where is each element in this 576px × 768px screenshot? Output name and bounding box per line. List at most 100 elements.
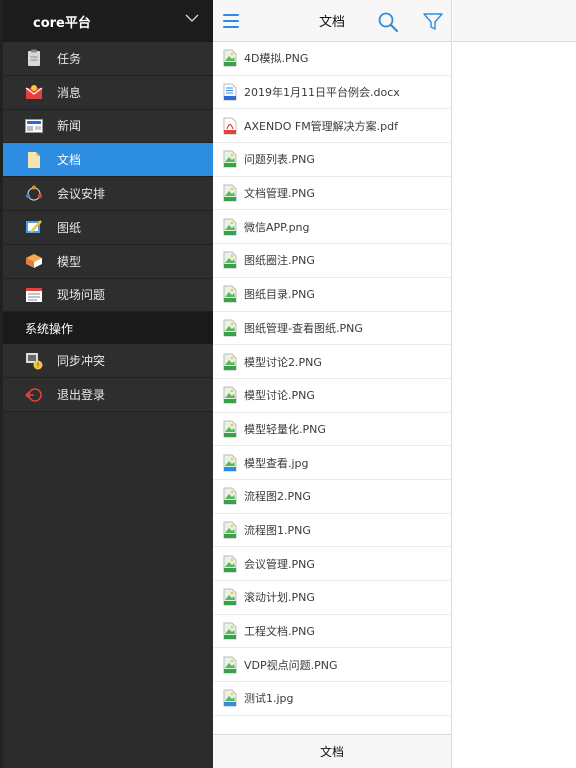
image-file-icon bbox=[223, 555, 237, 573]
file-name: 4D模拟.PNG bbox=[244, 52, 309, 66]
sync-conflict-icon: ! bbox=[25, 352, 43, 370]
image-file-icon bbox=[223, 386, 237, 404]
sidebar-item[interactable]: 任务 bbox=[3, 42, 213, 76]
file-row[interactable]: 图纸目录.PNG bbox=[213, 278, 451, 312]
image-file-icon bbox=[223, 184, 237, 202]
file-name: 会议管理.PNG bbox=[244, 557, 315, 571]
news-icon bbox=[25, 117, 43, 135]
file-row[interactable]: 模型轻量化.PNG bbox=[213, 413, 451, 447]
sidebar-item[interactable]: 文档 bbox=[3, 143, 213, 178]
image-file-icon bbox=[223, 454, 237, 472]
sidebar-item-label: 新闻 bbox=[57, 119, 82, 134]
sidebar-item-label: 文档 bbox=[57, 153, 82, 168]
file-name: 问题列表.PNG bbox=[244, 153, 315, 167]
sidebar-item[interactable]: ! 同步冲突 bbox=[3, 344, 213, 379]
model-icon bbox=[25, 252, 43, 270]
image-file-icon bbox=[223, 487, 237, 505]
sidebar-item[interactable]: 现场问题 bbox=[3, 278, 213, 313]
detail-header bbox=[453, 0, 576, 42]
file-name: 流程图2.PNG bbox=[244, 490, 311, 504]
file-name: 图纸圈注.PNG bbox=[244, 254, 315, 268]
doc-file-icon bbox=[223, 83, 237, 101]
sidebar-item[interactable]: 新闻 bbox=[3, 109, 213, 144]
sidebar-item-label: 消息 bbox=[57, 85, 82, 100]
image-file-icon bbox=[223, 622, 237, 640]
drawing-icon bbox=[25, 218, 43, 236]
svg-text:!: ! bbox=[37, 361, 40, 369]
image-file-icon bbox=[223, 251, 237, 269]
file-name: VDP视点问题.PNG bbox=[244, 658, 338, 672]
bottom-bar-label: 文档 bbox=[319, 745, 344, 759]
file-name: 图纸目录.PNG bbox=[244, 288, 315, 302]
sidebar-item[interactable]: 图纸 bbox=[3, 210, 213, 245]
file-row[interactable]: 图纸管理-查看图纸.PNG bbox=[213, 312, 451, 346]
sidebar-item-label: 同步冲突 bbox=[57, 354, 106, 369]
image-file-icon bbox=[223, 150, 237, 168]
file-row[interactable]: 模型讨论.PNG bbox=[213, 379, 451, 413]
sidebar-item-label: 会议安排 bbox=[57, 187, 106, 202]
sidebar-item[interactable]: 模型 bbox=[3, 244, 213, 279]
file-row[interactable]: AXENDO FM管理解决方案.pdf bbox=[213, 109, 451, 144]
file-row[interactable]: 会议管理.PNG bbox=[213, 547, 451, 581]
menu-icon[interactable] bbox=[223, 14, 239, 28]
file-name: 文档管理.PNG bbox=[244, 187, 315, 201]
file-row[interactable]: 滚动计划.PNG bbox=[213, 581, 451, 615]
sidebar-item-label: 模型 bbox=[57, 254, 82, 269]
mail-icon bbox=[25, 83, 43, 101]
file-name: 滚动计划.PNG bbox=[244, 591, 315, 605]
file-name: 模型轻量化.PNG bbox=[244, 422, 326, 436]
filter-icon[interactable] bbox=[423, 13, 443, 31]
file-row[interactable]: 2019年1月11日平台例会.docx bbox=[213, 76, 451, 110]
file-name: 模型查看.jpg bbox=[244, 456, 309, 470]
bottom-bar: 文档 bbox=[213, 734, 451, 768]
file-name: 测试1.jpg bbox=[244, 692, 294, 706]
image-file-icon bbox=[223, 588, 237, 606]
chevron-down-icon bbox=[185, 14, 199, 22]
file-row[interactable]: 微信APP.png bbox=[213, 210, 451, 245]
file-row[interactable]: 工程文档.PNG bbox=[213, 615, 451, 649]
document-icon bbox=[25, 151, 43, 169]
file-row[interactable]: 流程图2.PNG bbox=[213, 480, 451, 514]
image-file-icon bbox=[223, 689, 237, 707]
search-icon[interactable] bbox=[378, 12, 398, 32]
file-row[interactable]: 图纸圈注.PNG bbox=[213, 244, 451, 278]
sidebar-item[interactable]: 会议安排 bbox=[3, 177, 213, 211]
file-name: 图纸管理-查看图纸.PNG bbox=[244, 321, 363, 335]
issue-icon bbox=[25, 286, 43, 304]
file-row[interactable]: 4D模拟.PNG bbox=[213, 42, 451, 76]
detail-pane bbox=[453, 0, 576, 768]
file-list: 4D模拟.PNG 2019年1月11日平台例会.docx AXENDO FM管理解决… bbox=[213, 42, 451, 716]
file-name: 2019年1月11日平台例会.docx bbox=[244, 86, 400, 100]
list-title: 文档 bbox=[318, 15, 345, 30]
document-list-panel: 文档 4D模拟.PNG 2019年1月11日平台例会.docx AXENDO FM管… bbox=[213, 0, 452, 768]
file-row[interactable]: 文档管理.PNG bbox=[213, 177, 451, 211]
platform-title: core平台 bbox=[33, 15, 91, 31]
file-name: AXENDO FM管理解决方案.pdf bbox=[244, 119, 399, 133]
image-file-icon bbox=[223, 49, 237, 67]
sidebar-item[interactable]: 退出登录 bbox=[3, 378, 213, 412]
image-file-icon bbox=[223, 656, 237, 674]
sidebar-item-label: 任务 bbox=[57, 51, 82, 66]
file-row[interactable]: 流程图1.PNG bbox=[213, 514, 451, 548]
meeting-icon bbox=[25, 185, 43, 203]
image-file-icon bbox=[223, 420, 237, 438]
sidebar-item-label: 现场问题 bbox=[57, 288, 106, 303]
file-row[interactable]: 问题列表.PNG bbox=[213, 143, 451, 177]
image-file-icon bbox=[223, 319, 237, 337]
logout-icon bbox=[25, 386, 43, 404]
sidebar: core平台 任务 消息 新闻 文档 会议安排 图纸 模型 现场问题 系统操作 ! 同步冲突 退出… bbox=[0, 0, 213, 768]
file-name: 模型讨论2.PNG bbox=[244, 355, 322, 369]
pdf-file-icon bbox=[223, 117, 237, 135]
file-row[interactable]: VDP视点问题.PNG bbox=[213, 648, 451, 683]
clipboard-icon bbox=[25, 49, 43, 67]
sidebar-item-label: 图纸 bbox=[57, 220, 82, 235]
platform-switcher[interactable]: core平台 bbox=[3, 0, 213, 42]
file-row[interactable]: 模型查看.jpg bbox=[213, 446, 451, 480]
file-row[interactable]: 测试1.jpg bbox=[213, 682, 451, 716]
sidebar-item[interactable]: 消息 bbox=[3, 75, 213, 110]
file-row[interactable]: 模型讨论2.PNG bbox=[213, 345, 451, 379]
list-header: 文档 bbox=[213, 0, 451, 42]
image-file-icon bbox=[223, 353, 237, 371]
file-name: 工程文档.PNG bbox=[244, 625, 315, 639]
file-name: 微信APP.png bbox=[244, 220, 310, 234]
